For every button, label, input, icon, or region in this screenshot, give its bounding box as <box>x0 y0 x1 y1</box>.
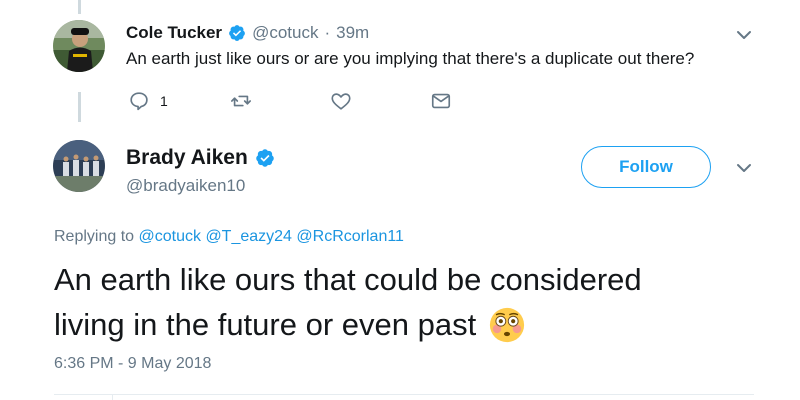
author-handle[interactable]: @cotuck <box>252 23 318 43</box>
author-name[interactable]: Brady Aiken <box>126 146 248 170</box>
tweet-text: An earth like ours that could be conside… <box>54 257 774 347</box>
replying-to: Replying to @cotuck @T_eazy24 @RcRcorlan… <box>54 228 404 246</box>
mention-link[interactable]: @cotuck <box>139 228 201 245</box>
mention-link[interactable]: @T_eazy24 <box>205 228 292 245</box>
chevron-down-icon[interactable] <box>735 159 753 177</box>
tweet-text: An earth just like ours or are you imply… <box>126 49 695 68</box>
author-handle[interactable]: @bradyaiken10 <box>126 176 245 196</box>
reply-button[interactable]: 1 <box>128 90 168 112</box>
tweet-timestamp[interactable]: 6:36 PM - 9 May 2018 <box>54 355 211 373</box>
reply-icon <box>128 90 150 112</box>
main-tweet: Brady Aiken @bradyaiken10 Follow Replyin… <box>0 125 800 400</box>
retweet-icon[interactable] <box>230 90 252 112</box>
verified-badge-icon <box>255 148 275 168</box>
divider-tick <box>112 394 113 400</box>
replying-prefix: Replying to <box>54 228 135 245</box>
main-tweet-header: Brady Aiken <box>126 145 275 171</box>
tweet-text-line-2-text: living in the future or even past <box>54 307 477 342</box>
chevron-down-icon[interactable] <box>735 26 753 44</box>
tweet-text-line-2: living in the future or even past <box>54 302 774 347</box>
reply-tweet[interactable]: Cole Tucker @cotuck · 39m An earth just … <box>0 0 800 125</box>
reply-count: 1 <box>160 93 168 109</box>
avatar[interactable] <box>53 140 105 192</box>
separator-dot: · <box>324 23 331 42</box>
reply-tweet-header: Cole Tucker @cotuck · 39m <box>126 22 369 44</box>
mention-link[interactable]: @RcRcorlan11 <box>296 228 404 245</box>
tweet-time[interactable]: 39m <box>336 23 369 43</box>
dm-icon[interactable] <box>430 90 452 112</box>
like-icon[interactable] <box>330 90 352 112</box>
author-name[interactable]: Cole Tucker <box>126 23 222 43</box>
divider <box>54 394 754 395</box>
avatar[interactable] <box>53 20 105 72</box>
follow-button[interactable]: Follow <box>581 146 711 188</box>
verified-badge-icon <box>228 24 246 42</box>
tweet-text-line-1: An earth like ours that could be conside… <box>54 262 642 297</box>
flushed-face-emoji <box>488 306 526 344</box>
